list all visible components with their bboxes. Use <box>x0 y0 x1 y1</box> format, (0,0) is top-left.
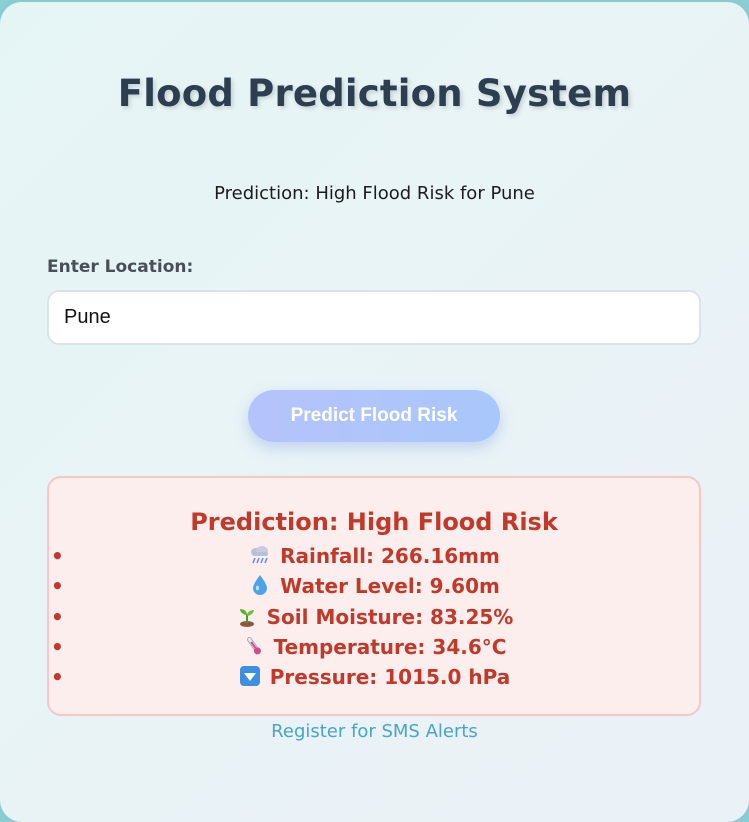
result-item-water-level: • Water Level: 9.60m <box>49 571 699 601</box>
seedling-icon <box>239 608 254 627</box>
bullet: • <box>51 665 64 690</box>
location-input[interactable] <box>47 290 701 345</box>
soil-moisture-text: Soil Moisture: 83.25% <box>266 604 514 629</box>
rain-cloud-icon <box>251 546 269 564</box>
rainfall-text: Rainfall: 266.16mm <box>280 544 500 568</box>
pressure-text: Pressure: 1015.0 hPa <box>269 665 511 690</box>
water-drop-icon <box>253 575 268 596</box>
location-label: Enter Location: <box>47 257 194 277</box>
prediction-status-text: Prediction: High Flood Risk for Pune <box>214 183 535 204</box>
register-sms-alerts-link[interactable]: Register for SMS Alerts <box>0 721 749 742</box>
result-item-soil-moisture: • Soil Moisture: 83.25% <box>49 602 699 632</box>
result-item-temperature: • Temperature: 34.6°C <box>49 632 699 662</box>
page-title: Flood Prediction System <box>117 72 632 115</box>
result-list: • Rainfall: 266.16mm • Water Level: 9.60… <box>49 541 699 692</box>
main-card: Flood Prediction System Prediction: High… <box>0 2 749 822</box>
bullet: • <box>51 544 64 568</box>
down-arrow-icon <box>239 666 260 687</box>
result-heading: Prediction: High Flood Risk <box>190 508 558 536</box>
bullet: • <box>51 604 64 629</box>
thermometer-icon <box>246 636 261 655</box>
bullet: • <box>51 634 64 659</box>
bullet: • <box>51 574 64 599</box>
water-level-text: Water Level: 9.60m <box>280 574 500 599</box>
result-item-rainfall: • Rainfall: 266.16mm <box>49 541 699 571</box>
predict-flood-risk-button[interactable]: Predict Flood Risk <box>248 390 500 442</box>
prediction-result-panel: Prediction: High Flood Risk • Rainfall: … <box>47 476 701 716</box>
temperature-text: Temperature: 34.6°C <box>273 634 507 659</box>
result-item-pressure: • Pressure: 1015.0 hPa <box>49 662 699 692</box>
